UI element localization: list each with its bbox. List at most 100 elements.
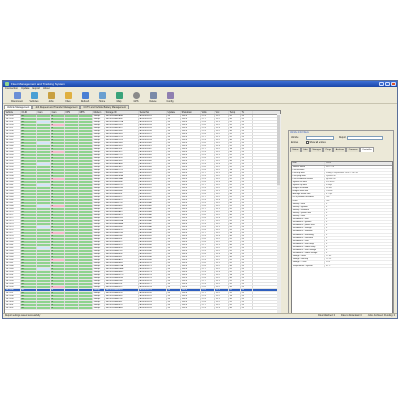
tab-0[interactable]: Vehicle Management bbox=[4, 105, 33, 109]
column-header[interactable]: Modem bbox=[93, 111, 105, 114]
table-cell: B1 bbox=[21, 133, 37, 135]
column-header[interactable]: Volts bbox=[201, 111, 215, 114]
toolbar-button-files[interactable]: Files bbox=[60, 91, 76, 104]
details-column-header[interactable]: Item bbox=[292, 162, 326, 165]
table-cell: VET253 bbox=[5, 163, 21, 165]
table-cell: 27.9 bbox=[201, 199, 215, 201]
table-cell: B bbox=[51, 223, 65, 225]
table-cell bbox=[37, 133, 51, 135]
table-cell: B bbox=[51, 118, 65, 120]
toolbar-button-jobs[interactable]: Jobs bbox=[43, 91, 59, 104]
maximize-button[interactable] bbox=[385, 82, 390, 86]
column-header[interactable]: Serial No bbox=[139, 111, 167, 114]
panel-tab-archives[interactable]: Archives bbox=[333, 147, 347, 152]
table-cell: B bbox=[51, 133, 65, 135]
column-header[interactable]: FPS bbox=[65, 111, 79, 114]
column-header[interactable]: Vcc bbox=[215, 111, 229, 114]
table-cell: 3ED9505EA4301 bbox=[105, 238, 139, 240]
table-cell: ACR0032A1 bbox=[139, 205, 167, 207]
toolbar-button-delete[interactable]: Delete bbox=[145, 91, 161, 104]
table-cell: 25 bbox=[241, 157, 253, 159]
details-value: 328 mins bbox=[325, 180, 335, 183]
toolbar-button-label: Disconnect bbox=[11, 100, 23, 103]
toolbar-button-vehicles[interactable]: Vehicles bbox=[26, 91, 42, 104]
table-cell: 3ED9505EA3734 bbox=[105, 202, 139, 204]
table-cell: VET246 bbox=[5, 145, 21, 147]
table-cell: 26 bbox=[167, 235, 181, 237]
details-key: Shutdowns - under voltage bbox=[292, 252, 326, 255]
minimize-button[interactable] bbox=[379, 82, 384, 86]
table-cell: B bbox=[51, 157, 65, 159]
table-cell bbox=[79, 139, 93, 141]
table-cell bbox=[65, 157, 79, 159]
toolbar-button-map[interactable]: Map bbox=[111, 91, 127, 104]
column-header[interactable]: Shutdown bbox=[181, 111, 201, 114]
table-cell: B bbox=[51, 136, 65, 138]
table-cell bbox=[65, 229, 79, 231]
table-row[interactable]: VET302 B1 B 5Mbps 3ED9505EA5A89 ACR0032D5 26 15… bbox=[5, 307, 280, 310]
details-row[interactable]: Temperature - system 42 C bbox=[292, 264, 392, 268]
column-header[interactable]: IO-ID bbox=[21, 111, 37, 114]
tab-2[interactable]: CCTV and Vehicle Battery Management bbox=[80, 105, 129, 109]
close-button[interactable] bbox=[391, 82, 396, 86]
table-cell: VET258 bbox=[5, 175, 21, 177]
table-cell: VET234 bbox=[5, 124, 21, 126]
table-cell: 150.0 bbox=[181, 130, 201, 132]
scroll-thumb[interactable] bbox=[277, 115, 281, 185]
table-cell: 27.7 bbox=[201, 160, 215, 162]
column-header[interactable]: Cam bbox=[51, 111, 65, 114]
title-bar[interactable]: Fleet Management and Tracking System bbox=[3, 81, 397, 87]
column-header[interactable]: Temp bbox=[229, 111, 241, 114]
table-cell: VET295 bbox=[5, 286, 21, 288]
details-value: 0 bbox=[325, 208, 328, 211]
table-cell bbox=[65, 148, 79, 150]
grid-vertical-scrollbar[interactable] bbox=[277, 114, 281, 314]
column-header[interactable]: Cam bbox=[37, 111, 51, 114]
column-header[interactable]: Vehicle bbox=[5, 111, 21, 114]
table-cell: 150.0 bbox=[181, 277, 201, 279]
table-cell: 3ED9505EA4634 bbox=[105, 247, 139, 249]
table-cell: 12.1 bbox=[215, 262, 229, 264]
table-cell: 3ED9505EA3845 bbox=[105, 205, 139, 207]
tab-1[interactable]: Job Request and Transfer Management bbox=[32, 105, 81, 109]
column-header[interactable]: MPS bbox=[79, 111, 93, 114]
panel-tab-pings[interactable]: Pings bbox=[323, 147, 334, 152]
table-cell: 3ED9505EA3C89 bbox=[105, 217, 139, 219]
table-cell: 12.1 bbox=[215, 280, 229, 282]
table-cell: B1 bbox=[21, 199, 37, 201]
toolbar-button-refresh[interactable]: Refresh bbox=[77, 91, 93, 104]
toolbar-button-config[interactable]: Config bbox=[162, 91, 178, 104]
table-cell bbox=[37, 163, 51, 165]
table-cell: 26 bbox=[167, 265, 181, 267]
column-header[interactable]: Update bbox=[167, 111, 181, 114]
panel-tab-jobs[interactable]: Jobs bbox=[300, 147, 311, 152]
config-icon bbox=[166, 92, 174, 99]
table-cell: VET285 bbox=[5, 256, 21, 258]
show-all-checkbox[interactable] bbox=[306, 141, 309, 144]
table-cell: 150.0 bbox=[181, 223, 201, 225]
toolbar-button-disconnect[interactable]: Disconnect bbox=[9, 91, 25, 104]
panel-tab-status[interactable]: Status bbox=[290, 147, 301, 152]
table-cell: 40 bbox=[229, 214, 241, 216]
report-select[interactable] bbox=[346, 135, 383, 140]
table-cell: 26 bbox=[167, 190, 181, 192]
panel-tab-cameras[interactable]: Cameras bbox=[346, 147, 360, 152]
table-cell bbox=[65, 163, 79, 165]
table-cell: ACR0032D0 bbox=[139, 292, 167, 294]
toolbar-button-gps[interactable]: GPS bbox=[128, 91, 144, 104]
toolbar-button-home[interactable]: Home bbox=[94, 91, 110, 104]
column-header[interactable]: Tx bbox=[241, 111, 253, 114]
details-key: GPS position recorded bbox=[292, 196, 326, 199]
panel-tab-controller[interactable]: Controller bbox=[359, 147, 374, 152]
table-cell: 26 bbox=[167, 226, 181, 228]
table-cell: 42 bbox=[229, 178, 241, 180]
table-cell: ACR0031D2 bbox=[139, 118, 167, 120]
table-cell: 5Mbps bbox=[93, 256, 105, 258]
column-header[interactable]: Storage ID bbox=[105, 111, 139, 114]
table-cell: 150.0 bbox=[181, 211, 201, 213]
vehicle-select[interactable] bbox=[306, 135, 334, 140]
details-value: 4 days bbox=[325, 184, 333, 187]
panel-tab-storages[interactable]: Storages bbox=[310, 147, 324, 152]
details-column-header[interactable]: Value bbox=[325, 162, 392, 165]
table-cell bbox=[79, 286, 93, 288]
